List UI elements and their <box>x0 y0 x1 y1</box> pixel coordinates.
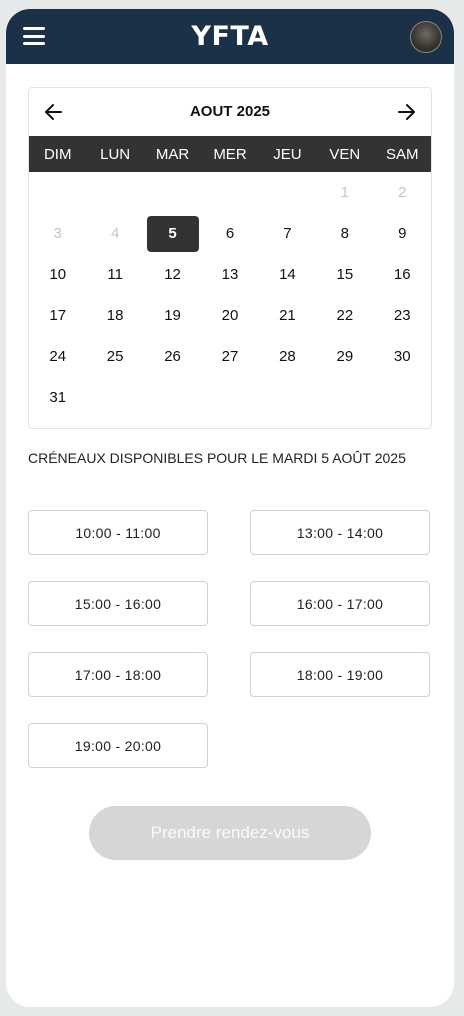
next-month-arrow-icon[interactable] <box>393 99 419 125</box>
day-cell[interactable]: 10 <box>29 254 86 295</box>
day-cell-empty <box>86 172 143 213</box>
day-cell[interactable]: 11 <box>86 254 143 295</box>
app-frame: YFTA AOUT 2025 DIM LUN MAR MER JEU VEN SAM 123… <box>6 9 454 1007</box>
day-cell: 2 <box>398 184 407 201</box>
day-cell[interactable]: 13 <box>201 254 258 295</box>
weekday-label: VEN <box>329 145 361 163</box>
day-cell[interactable]: 28 <box>259 336 316 377</box>
day-grid: 1 2 3 4 5 6 7 8 9 10 11 12 13 14 15 16 17 18 19 20 21 22 23 24 2… <box>29 172 431 418</box>
weekday-label: DIM <box>43 145 72 163</box>
day-cell[interactable]: 18 <box>86 295 143 336</box>
day-cell[interactable]: 15 <box>316 254 373 295</box>
day-cell[interactable]: 12 <box>144 254 201 295</box>
slots-title: CRÉNEAUX DISPONIBLES POUR LE MARDI 5 AOÛ… <box>28 450 406 466</box>
day-cell[interactable]: 7 <box>259 213 316 254</box>
day-cell[interactable]: 26 <box>144 336 201 377</box>
calendar-header: AOUT 2025 <box>29 88 431 136</box>
time-slot-button[interactable]: 13:00 - 14:00 <box>250 510 430 555</box>
weekday-label: SAM <box>386 145 419 163</box>
month-title: AOUT 2025 <box>189 103 271 120</box>
day-cell[interactable]: 17 <box>29 295 86 336</box>
day-cell[interactable]: 21 <box>259 295 316 336</box>
day-cell: 1 <box>340 184 350 201</box>
day-cell-empty <box>259 172 316 213</box>
day-cell[interactable]: 30 <box>374 336 431 377</box>
day-cell-empty <box>29 172 86 213</box>
time-slot-button[interactable]: 16:00 - 17:00 <box>250 581 430 626</box>
weekday-label: LUN <box>100 145 131 163</box>
day-cell-empty <box>144 172 201 213</box>
user-avatar[interactable] <box>410 21 442 53</box>
time-slot-button[interactable]: 15:00 - 16:00 <box>28 581 208 626</box>
top-bar: YFTA <box>6 9 454 64</box>
day-cell[interactable]: 9 <box>374 213 431 254</box>
day-cell[interactable]: 20 <box>201 295 258 336</box>
time-slot-button[interactable]: 18:00 - 19:00 <box>250 652 430 697</box>
time-slot-button[interactable]: 10:00 - 11:00 <box>28 510 208 555</box>
day-cell[interactable]: 24 <box>29 336 86 377</box>
weekday-label: JEU <box>273 145 302 163</box>
day-cell[interactable]: 5 <box>144 213 201 254</box>
day-cell[interactable]: 27 <box>201 336 258 377</box>
day-cell[interactable]: 25 <box>86 336 143 377</box>
day-cell[interactable]: 14 <box>259 254 316 295</box>
day-cell[interactable]: 31 <box>29 377 86 418</box>
weekday-header: DIM LUN MAR MER JEU VEN SAM <box>29 136 431 172</box>
day-cell[interactable]: 23 <box>374 295 431 336</box>
day-cell[interactable]: 29 <box>316 336 373 377</box>
day-cell[interactable]: 6 <box>201 213 258 254</box>
time-slot-button[interactable]: 17:00 - 18:00 <box>28 652 208 697</box>
day-cell[interactable]: 22 <box>316 295 373 336</box>
book-appointment-button[interactable]: Prendre rendez-vous <box>89 806 371 860</box>
time-slot-button[interactable]: 19:00 - 20:00 <box>28 723 208 768</box>
day-cell: 4 <box>110 225 120 242</box>
weekday-label: MER <box>213 145 247 163</box>
day-cell[interactable]: 8 <box>316 213 373 254</box>
weekday-label: MAR <box>155 145 190 163</box>
app-logo: YFTA <box>191 21 269 52</box>
day-cell: 3 <box>53 225 62 242</box>
day-cell[interactable]: 19 <box>144 295 201 336</box>
day-cell[interactable]: 16 <box>374 254 431 295</box>
calendar: AOUT 2025 DIM LUN MAR MER JEU VEN SAM 12345678… <box>28 87 432 429</box>
day-cell-empty <box>201 172 258 213</box>
